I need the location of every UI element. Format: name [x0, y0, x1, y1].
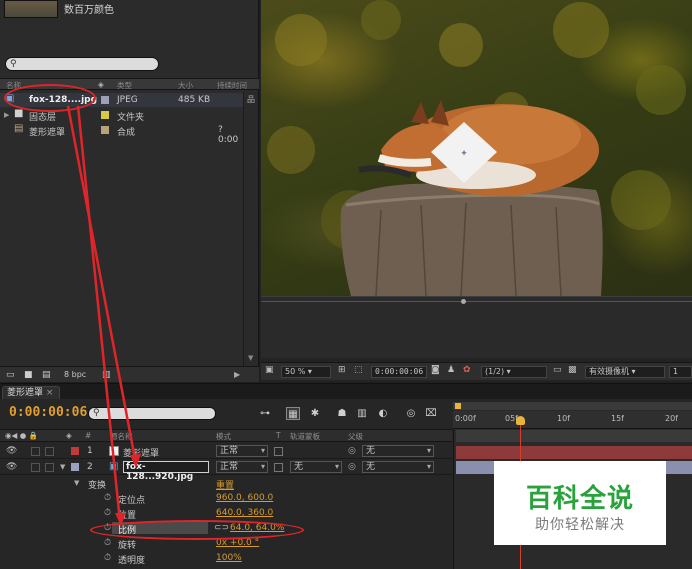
- annotation-arrows: [66, 105, 141, 526]
